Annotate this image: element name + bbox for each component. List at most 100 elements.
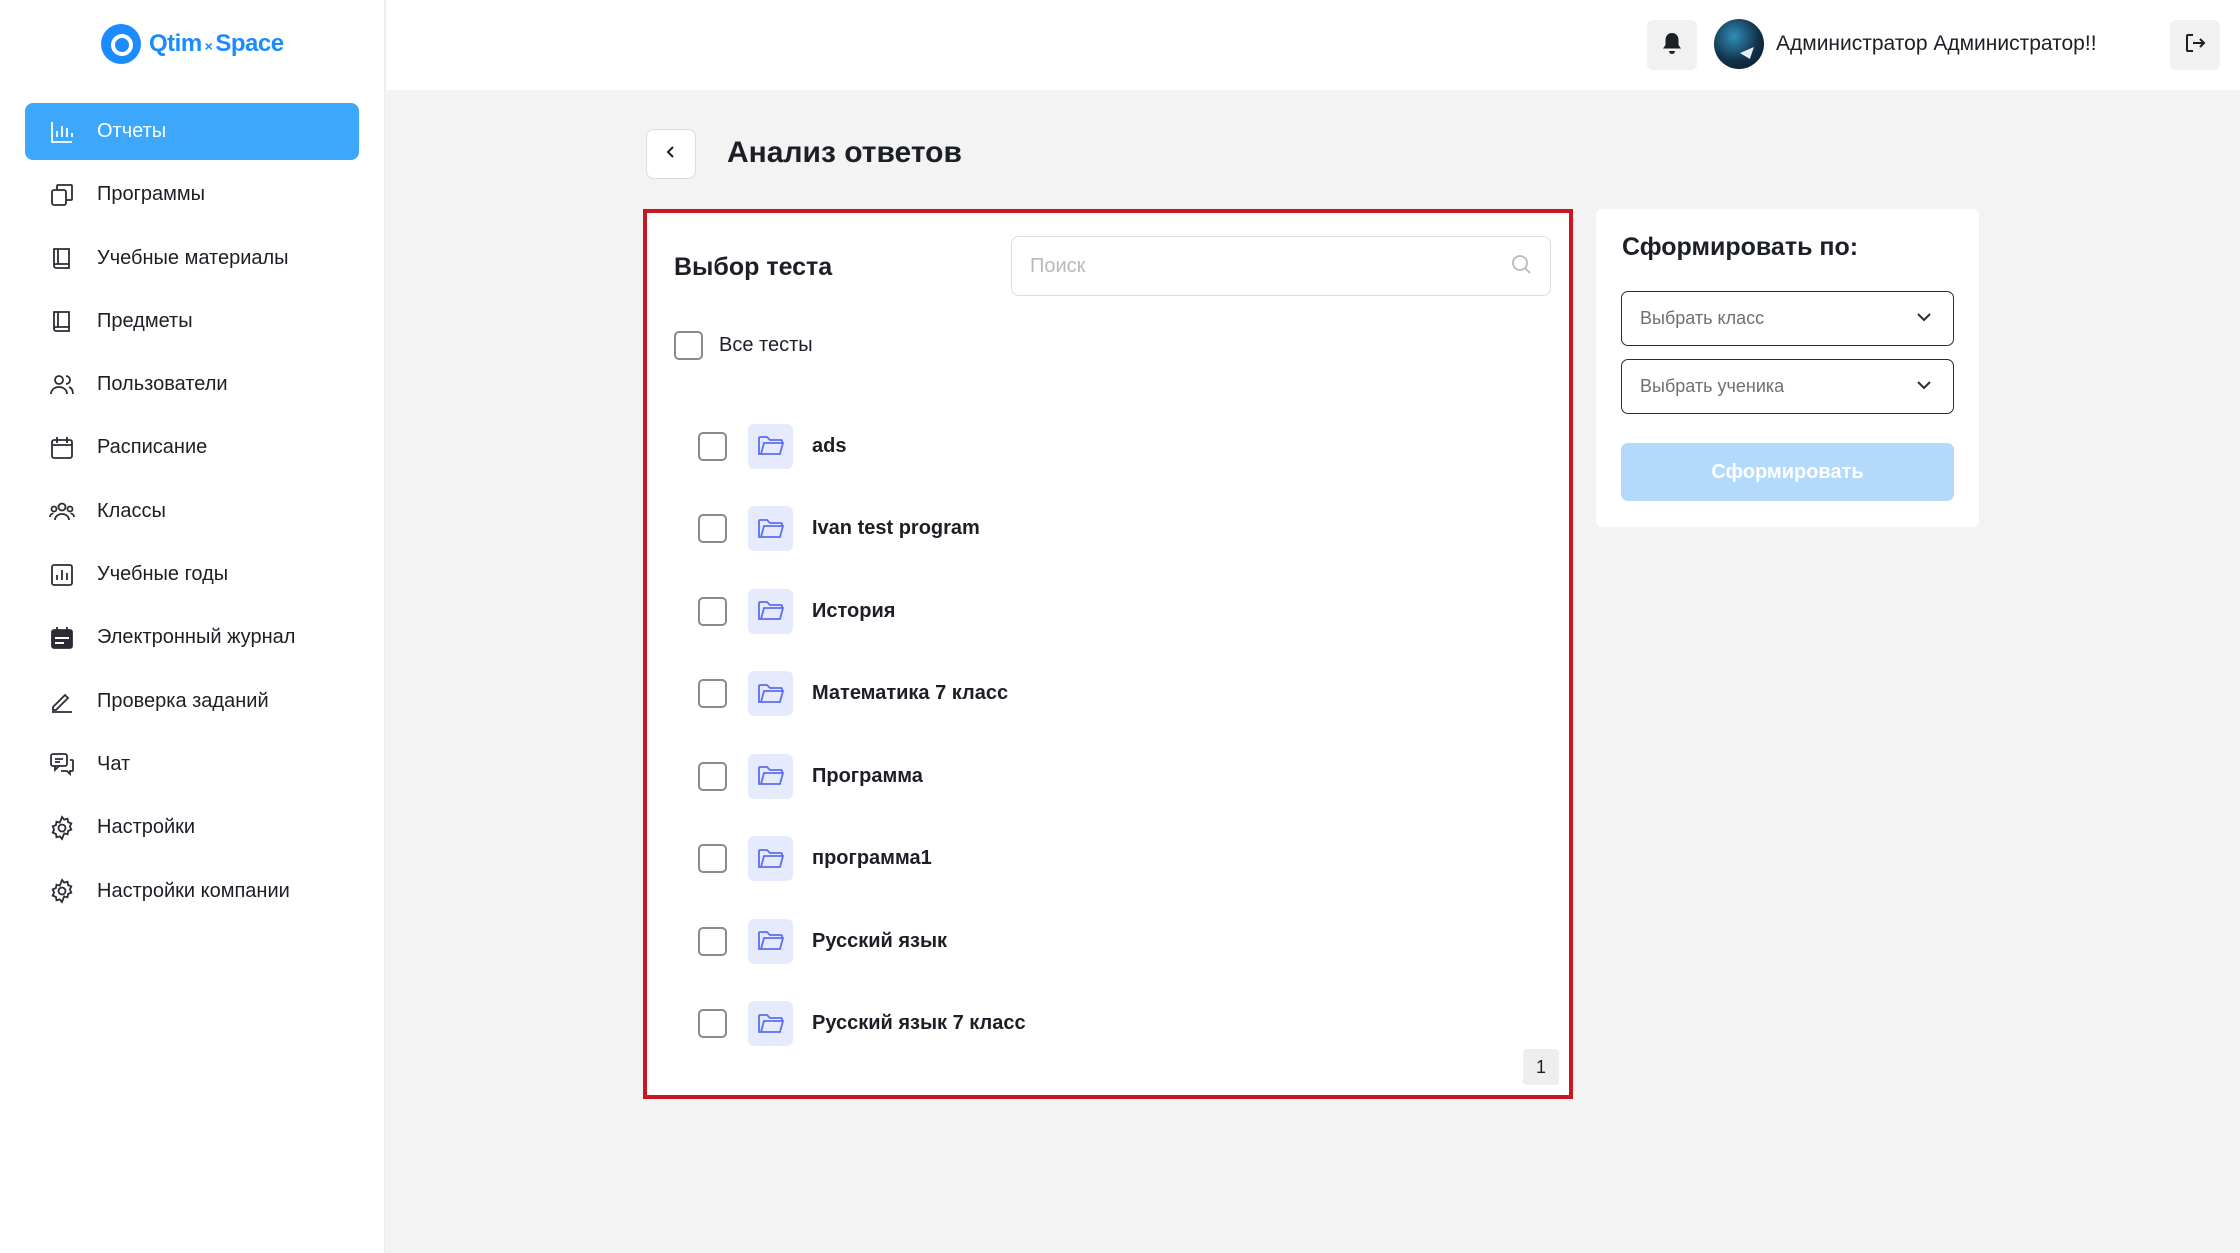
item-checkbox[interactable] xyxy=(698,926,727,956)
pen-icon xyxy=(47,686,77,716)
gear-icon xyxy=(47,876,77,906)
student-select[interactable]: Выбрать ученика xyxy=(1621,359,1954,414)
pagination-page[interactable]: 1 xyxy=(1523,1049,1559,1085)
folder-icon xyxy=(748,836,793,882)
select-all-row[interactable]: Все тесты xyxy=(674,331,813,360)
list-item[interactable]: Программа xyxy=(698,735,1026,818)
item-name[interactable]: Программа xyxy=(812,765,923,788)
student-select-value: Выбрать ученика xyxy=(1640,376,1785,396)
gear-icon xyxy=(47,813,77,843)
users-icon xyxy=(47,370,77,400)
sidebar-item-label: Настройки xyxy=(97,816,196,839)
sidebar-item-company-settings[interactable]: Настройки компании xyxy=(25,863,359,920)
select-all-checkbox[interactable] xyxy=(674,331,703,360)
test-selection-panel: Выбор теста Все тесты ads Ivan test prog… xyxy=(643,209,1573,1099)
sidebar-item-materials[interactable]: Учебные материалы xyxy=(25,230,359,287)
sidebar-item-label: Проверка заданий xyxy=(97,689,269,712)
logo-x: × xyxy=(204,38,213,54)
sidebar-item-label: Программы xyxy=(97,183,206,206)
logo-icon xyxy=(101,24,141,64)
folder-icon xyxy=(748,918,793,964)
sidebar-item-label: Электронный журнал xyxy=(97,626,296,649)
chevron-left-icon xyxy=(664,145,678,164)
panel-title: Выбор теста xyxy=(674,253,833,281)
sidebar-item-schedule[interactable]: Расписание xyxy=(25,419,359,476)
search-icon[interactable] xyxy=(1510,253,1532,280)
logo-main: Qtim xyxy=(149,30,202,57)
list-item[interactable]: Математика 7 класс xyxy=(698,653,1026,736)
report-form-panel: Сформировать по: Выбрать класс Выбрать у… xyxy=(1596,209,1979,527)
sidebar-item-classes[interactable]: Классы xyxy=(25,483,359,540)
logo-tail: Space xyxy=(215,30,284,57)
list-item[interactable]: Ivan test program xyxy=(698,488,1026,571)
item-checkbox[interactable] xyxy=(698,761,727,791)
avatar[interactable] xyxy=(1714,19,1764,69)
list-item[interactable]: Русский язык 7 класс xyxy=(698,983,1026,1066)
bar-chart-box-icon xyxy=(47,560,77,590)
sidebar: Qtim × Space Отчеты Программы Учебные мате… xyxy=(0,0,385,1253)
folder-icon xyxy=(748,506,793,552)
item-checkbox[interactable] xyxy=(698,431,727,461)
sidebar-item-label: Чат xyxy=(97,752,131,775)
user-name[interactable]: Администратор Администратор!! xyxy=(1776,32,2097,56)
test-list: ads Ivan test program История Математика… xyxy=(698,405,1026,1065)
sidebar-item-users[interactable]: Пользователи xyxy=(25,356,359,413)
journal-icon xyxy=(47,623,77,653)
chat-icon xyxy=(47,749,77,779)
folder-icon xyxy=(748,753,793,799)
sidebar-item-label: Настройки компании xyxy=(97,879,290,902)
sidebar-item-label: Отчеты xyxy=(97,120,167,142)
item-checkbox[interactable] xyxy=(698,679,727,709)
sidebar-item-task-review[interactable]: Проверка заданий xyxy=(25,673,359,730)
chevron-down-icon xyxy=(1915,376,1933,399)
notifications-button[interactable] xyxy=(1647,20,1697,70)
item-checkbox[interactable] xyxy=(698,1009,727,1039)
item-checkbox[interactable] xyxy=(698,514,727,544)
sidebar-item-label: Расписание xyxy=(97,436,208,459)
sidebar-item-reports[interactable]: Отчеты xyxy=(25,103,359,160)
logo-text: Qtim × Space xyxy=(149,30,284,58)
list-item[interactable]: программа1 xyxy=(698,818,1026,901)
form-title: Сформировать по: xyxy=(1622,233,1859,261)
item-name[interactable]: ads xyxy=(812,435,846,458)
folder-icon xyxy=(748,671,793,717)
sidebar-item-chat[interactable]: Чат xyxy=(25,736,359,793)
item-checkbox[interactable] xyxy=(698,596,727,626)
book-icon xyxy=(47,243,77,273)
sidebar-item-label: Пользователи xyxy=(97,373,228,396)
sidebar-item-label: Предметы xyxy=(97,309,193,332)
sidebar-item-journal[interactable]: Электронный журнал xyxy=(25,609,359,666)
item-checkbox[interactable] xyxy=(698,844,727,874)
class-select-value: Выбрать класс xyxy=(1640,308,1765,328)
item-name[interactable]: программа1 xyxy=(812,847,932,870)
item-name[interactable]: Русский язык xyxy=(812,930,947,953)
sidebar-item-programs[interactable]: Программы xyxy=(25,166,359,223)
folder-icon xyxy=(748,423,793,469)
folder-icon xyxy=(748,1001,793,1047)
generate-button[interactable]: Сформировать xyxy=(1621,443,1954,501)
list-item[interactable]: ads xyxy=(698,405,1026,488)
list-item[interactable]: Русский язык xyxy=(698,900,1026,983)
sidebar-item-settings[interactable]: Настройки xyxy=(25,799,359,856)
class-select[interactable]: Выбрать класс xyxy=(1621,291,1954,346)
sidebar-item-academic-years[interactable]: Учебные годы xyxy=(25,546,359,603)
search-input[interactable] xyxy=(1030,254,1510,278)
group-icon xyxy=(47,496,77,526)
back-button[interactable] xyxy=(646,129,696,179)
item-name[interactable]: История xyxy=(812,600,895,623)
bell-icon xyxy=(1661,31,1683,60)
item-name[interactable]: Математика 7 класс xyxy=(812,682,1008,705)
sidebar-item-label: Классы xyxy=(97,499,166,522)
search-box[interactable] xyxy=(1011,236,1551,296)
item-name[interactable]: Русский язык 7 класс xyxy=(812,1012,1026,1035)
logout-button[interactable] xyxy=(2170,20,2220,70)
sidebar-nav: Отчеты Программы Учебные материалы Предм… xyxy=(25,103,359,926)
list-item[interactable]: История xyxy=(698,570,1026,653)
folder-icon xyxy=(748,588,793,634)
copy-icon xyxy=(47,180,77,210)
app-logo[interactable]: Qtim × Space xyxy=(101,24,284,64)
chart-icon xyxy=(47,117,77,147)
item-name[interactable]: Ivan test program xyxy=(812,517,980,540)
page-title: Анализ ответов xyxy=(727,136,962,169)
sidebar-item-subjects[interactable]: Предметы xyxy=(25,293,359,350)
